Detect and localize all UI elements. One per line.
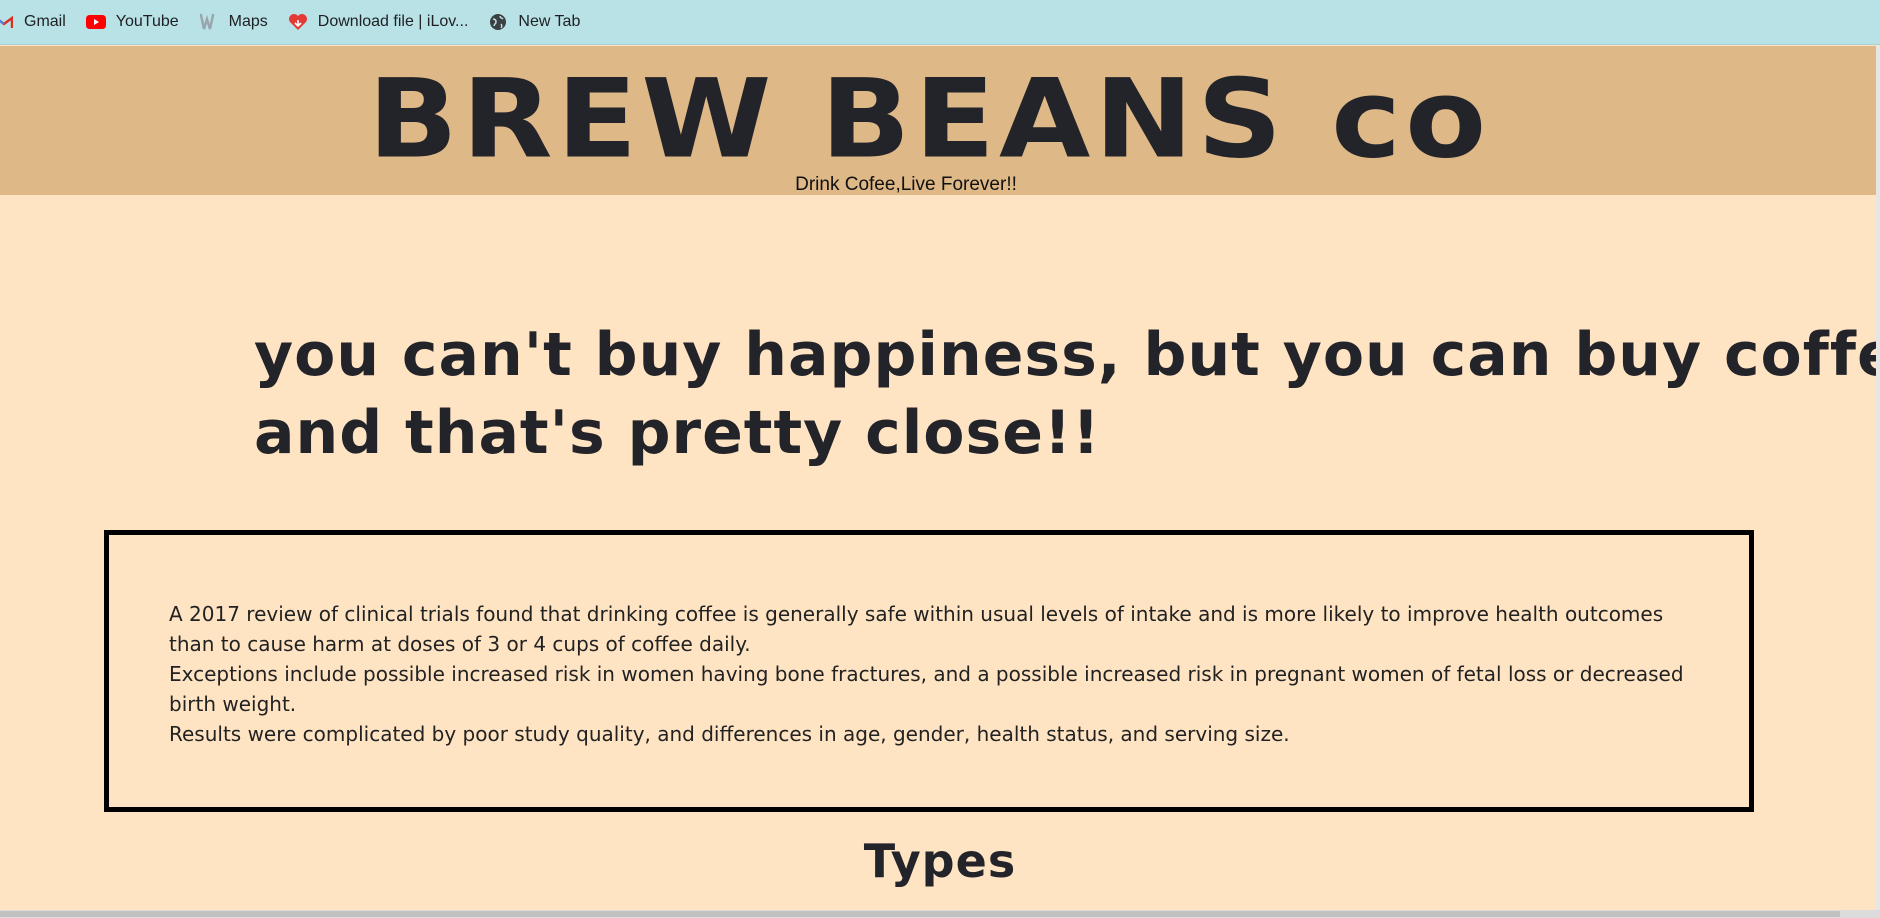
info-text: A 2017 review of clinical trials found t…	[169, 599, 1689, 749]
bookmark-gmail[interactable]: Gmail	[0, 6, 76, 38]
quote-line-1: you can't buy happiness, but you can buy…	[254, 320, 1880, 390]
info-paragraph: A 2017 review of clinical trials found t…	[169, 602, 1664, 656]
hero-quote: you can't buy happiness, but you can buy…	[254, 316, 1880, 472]
youtube-icon	[85, 12, 106, 32]
site-header: BREW BEANS co Drink Cofee,Live Forever!!	[0, 46, 1880, 195]
bookmark-label: New Tab	[518, 13, 581, 30]
horizontal-scrollbar[interactable]	[0, 910, 1880, 918]
globe-icon	[488, 12, 508, 32]
bookmark-label: Gmail	[24, 13, 66, 30]
bookmark-youtube[interactable]: YouTube	[85, 6, 189, 38]
types-heading: Types	[863, 834, 1017, 888]
info-paragraph: Results were complicated by poor study q…	[169, 722, 1290, 746]
bookmark-maps[interactable]: Maps	[199, 6, 278, 38]
info-box: A 2017 review of clinical trials found t…	[104, 530, 1754, 812]
maps-icon	[199, 12, 219, 32]
gmail-icon	[0, 12, 14, 32]
vertical-scrollbar[interactable]	[1876, 46, 1880, 910]
bookmarks-bar: Gmail YouTube Maps Download file | iLov.…	[0, 0, 1880, 45]
tagline: Drink Cofee,Live Forever!!	[795, 174, 1017, 195]
quote-line-2: and that's pretty close!!	[254, 398, 1101, 468]
bookmark-download-file[interactable]: Download file | iLov...	[288, 6, 479, 38]
info-paragraph: Exceptions include possible increased ri…	[169, 662, 1684, 716]
scrollbar-thumb[interactable]	[0, 911, 1840, 917]
bookmark-label: Maps	[228, 13, 268, 30]
brand-title: BREW BEANS co	[367, 55, 1491, 183]
bookmark-new-tab[interactable]: New Tab	[488, 6, 590, 38]
heart-icon	[288, 12, 308, 32]
bookmark-label: Download file | iLov...	[317, 13, 469, 30]
bookmark-label: YouTube	[115, 13, 179, 30]
